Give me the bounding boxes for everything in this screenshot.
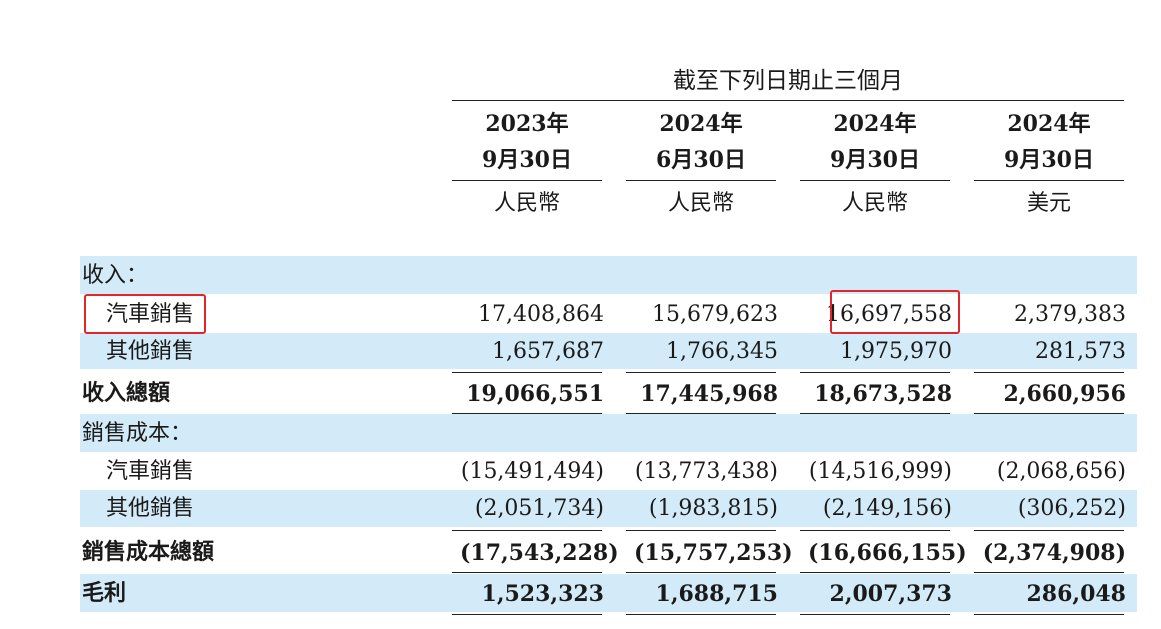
subtotal-rule-4 (974, 372, 1124, 373)
cost-subtotal-rule-4 (974, 530, 1124, 531)
column-currency: 美元 (1026, 191, 1071, 216)
row-label: 收入： (82, 263, 149, 288)
subtotal-rule-2 (626, 372, 776, 373)
value-cell: 2,007,373 (829, 581, 952, 607)
row-label: 毛利 (82, 581, 127, 606)
cost-total-rule-3 (800, 572, 950, 573)
value-cell: (14,516,999) (808, 459, 952, 484)
table-row-gross-profit: 毛利 1,523,323 1,688,715 2,007,373 286,048 (80, 575, 1137, 613)
cost-total-rule-2 (626, 572, 776, 573)
row-label: 其他銷售 (106, 339, 195, 364)
table-row-cost-vehicle: 汽車銷售 (15,491,494) (13,773,438) (14,516,9… (80, 453, 1137, 491)
column-header-rule-1 (452, 180, 602, 181)
value-cell: 1,523,323 (481, 581, 604, 607)
value-cell: 18,673,528 (814, 381, 952, 407)
column-header-rule-4 (974, 180, 1124, 181)
value-cell: 2,660,956 (1003, 381, 1126, 407)
cost-subtotal-rule-3 (800, 530, 950, 531)
column-header-rule-3 (800, 180, 950, 181)
period-title-underline (452, 100, 1124, 101)
total-rule-2 (626, 413, 776, 414)
value-cell: (2,374,908) (982, 540, 1126, 566)
value-cell: 1,657,687 (492, 339, 604, 364)
gross-profit-rule-1 (452, 614, 602, 615)
column-date: 9月30日 (482, 147, 572, 173)
subtotal-rule-3 (800, 372, 950, 373)
value-cell: 1,975,970 (840, 339, 952, 364)
value-cell: 17,408,864 (478, 302, 604, 327)
cost-subtotal-rule-1 (452, 530, 602, 531)
highlight-box-vehicle-sales-q3-value (830, 290, 960, 334)
table-row-other-sales: 其他銷售 1,657,687 1,766,345 1,975,970 281,5… (80, 333, 1137, 371)
gross-profit-rule-3 (800, 614, 950, 615)
value-cell: (2,068,656) (996, 459, 1126, 484)
row-label: 汽車銷售 (106, 459, 195, 484)
column-year: 2024年 (659, 111, 743, 137)
period-title: 截至下列日期止三個月 (673, 68, 903, 94)
table-row-cost-other: 其他銷售 (2,051,734) (1,983,815) (2,149,156)… (80, 490, 1137, 528)
cost-total-rule-4 (974, 572, 1124, 573)
value-cell: 17,445,968 (640, 381, 778, 407)
value-cell: (2,149,156) (822, 496, 952, 521)
column-date: 9月30日 (830, 147, 920, 173)
row-label: 銷售成本總額 (82, 540, 215, 565)
total-rule-3 (800, 413, 950, 414)
value-cell: (15,491,494) (460, 459, 604, 484)
column-header-4: 2024年 9月30日 美元 (974, 106, 1124, 222)
value-cell: 15,679,623 (652, 302, 778, 327)
column-currency: 人民幣 (493, 191, 560, 216)
row-label: 其他銷售 (106, 496, 195, 521)
column-date: 6月30日 (656, 147, 746, 173)
table-row-vehicle-sales: 汽車銷售 17,408,864 15,679,623 16,697,558 2,… (80, 296, 1137, 334)
value-cell: (16,666,155) (808, 540, 967, 566)
gross-profit-rule-4 (974, 614, 1124, 615)
column-year: 2023年 (485, 111, 569, 137)
value-cell: (1,983,815) (648, 496, 778, 521)
value-cell: 1,766,345 (666, 339, 778, 364)
table-row-total-revenue: 收入總額 19,066,551 17,445,968 18,673,528 2,… (80, 375, 1137, 413)
value-cell: (2,051,734) (474, 496, 604, 521)
column-year: 2024年 (833, 111, 917, 137)
highlight-box-vehicle-sales-label (84, 294, 206, 334)
column-date: 9月30日 (1004, 147, 1094, 173)
cost-total-rule-1 (452, 572, 602, 573)
value-cell: 286,048 (1026, 581, 1126, 607)
value-cell: (17,543,228) (460, 540, 619, 566)
column-header-rule-2 (626, 180, 776, 181)
column-header-3: 2024年 9月30日 人民幣 (800, 106, 950, 222)
row-label: 銷售成本： (82, 421, 193, 446)
column-header-2: 2024年 6月30日 人民幣 (626, 106, 776, 222)
value-cell: 2,379,383 (1014, 302, 1126, 327)
column-header-1: 2023年 9月30日 人民幣 (452, 106, 602, 222)
gross-profit-rule-2 (626, 614, 776, 615)
value-cell: 19,066,551 (466, 381, 604, 407)
subtotal-rule-1 (452, 372, 602, 373)
row-label: 收入總額 (82, 381, 171, 406)
cost-subtotal-rule-2 (626, 530, 776, 531)
table-row-cost-heading: 銷售成本： (80, 415, 1137, 453)
column-year: 2024年 (1007, 111, 1091, 137)
total-rule-4 (974, 413, 1124, 414)
value-cell: (13,773,438) (634, 459, 778, 484)
total-rule-1 (452, 413, 602, 414)
column-currency: 人民幣 (841, 191, 908, 216)
column-currency: 人民幣 (667, 191, 734, 216)
table-row-total-cost: 銷售成本總額 (17,543,228) (15,757,253) (16,666… (80, 534, 1137, 572)
table-row-revenue-heading: 收入： (80, 257, 1137, 295)
value-cell: 1,688,715 (655, 581, 778, 607)
value-cell: 281,573 (1035, 339, 1126, 364)
value-cell: (15,757,253) (634, 540, 793, 566)
value-cell: (306,252) (1017, 496, 1126, 521)
